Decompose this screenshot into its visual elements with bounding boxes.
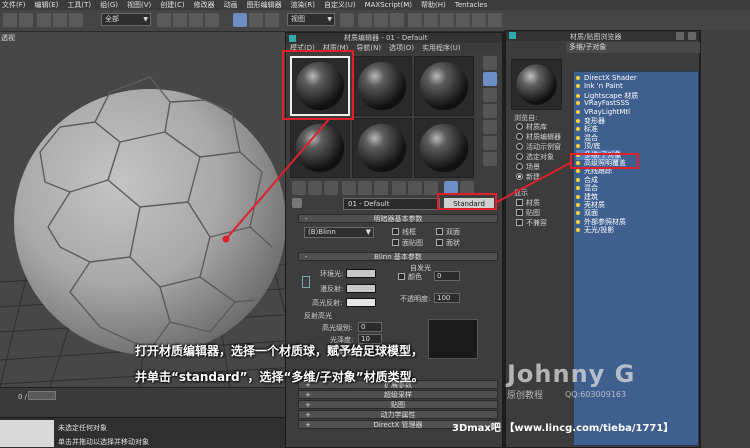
arrow-standard-to-item: [496, 161, 573, 203]
annotation-arrows: [225, 117, 573, 240]
watermark-qq: QQ:603009163: [565, 390, 627, 399]
footer-url: 3Dmax吧 【www.lincg.com/tieba/1771】: [452, 423, 674, 434]
arrow-ball-to-slot: [225, 117, 331, 240]
watermark-site: 原创教程: [507, 391, 544, 401]
watermark-author: Johnny G: [507, 360, 636, 388]
